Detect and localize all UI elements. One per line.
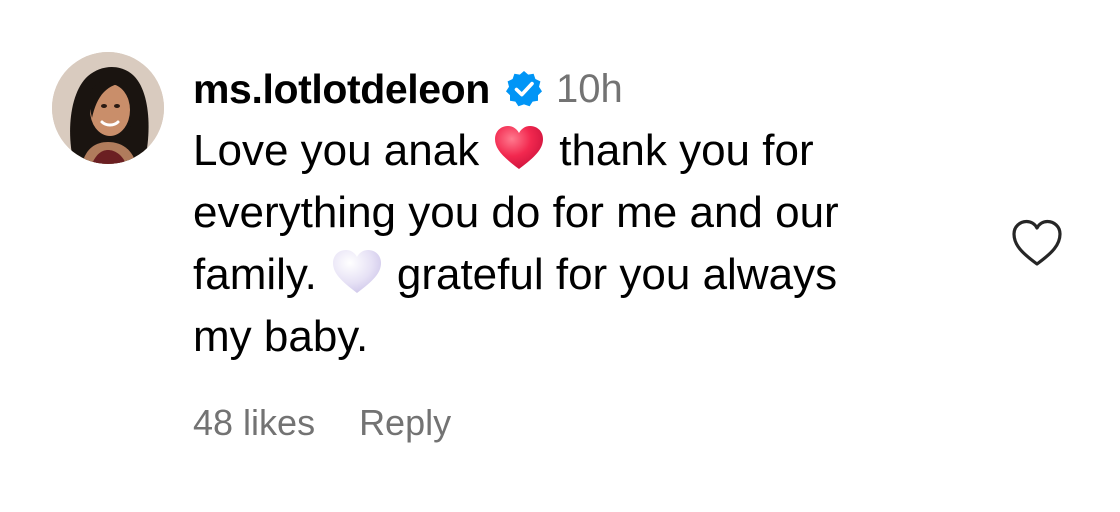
verified-badge-icon	[504, 69, 544, 109]
comment-line-1: Love you anak thank you for	[193, 120, 953, 182]
comment-text-segment: thank you for	[559, 126, 814, 175]
comment-text-segment: grateful for you always	[396, 250, 838, 299]
comment-line-2: everything you do for me and our	[193, 188, 839, 237]
comment-header: ms.lotlotdeleon 10h	[193, 58, 623, 120]
avatar-photo	[52, 52, 164, 164]
comment-text-segment: Love you anak	[193, 126, 480, 175]
comment-actions: 48 likes Reply	[193, 398, 451, 448]
comment-text-segment: family.	[193, 250, 317, 299]
red-heart-emoji	[493, 125, 545, 171]
comment-line-4: my baby.	[193, 312, 369, 361]
comment-text: Love you anak thank you for everything y…	[193, 120, 953, 368]
username[interactable]: ms.lotlotdeleon	[193, 66, 490, 113]
comment-line-3: family. grateful for you always	[193, 244, 953, 306]
like-button[interactable]	[1010, 218, 1064, 268]
reply-button[interactable]: Reply	[359, 402, 451, 444]
comment: ms.lotlotdeleon 10h Love you anak thank …	[0, 0, 1120, 512]
white-heart-emoji	[331, 249, 383, 295]
likes-count[interactable]: 48 likes	[193, 402, 315, 444]
timestamp[interactable]: 10h	[556, 67, 623, 112]
avatar[interactable]	[52, 52, 164, 164]
heart-outline-icon	[1012, 219, 1062, 266]
